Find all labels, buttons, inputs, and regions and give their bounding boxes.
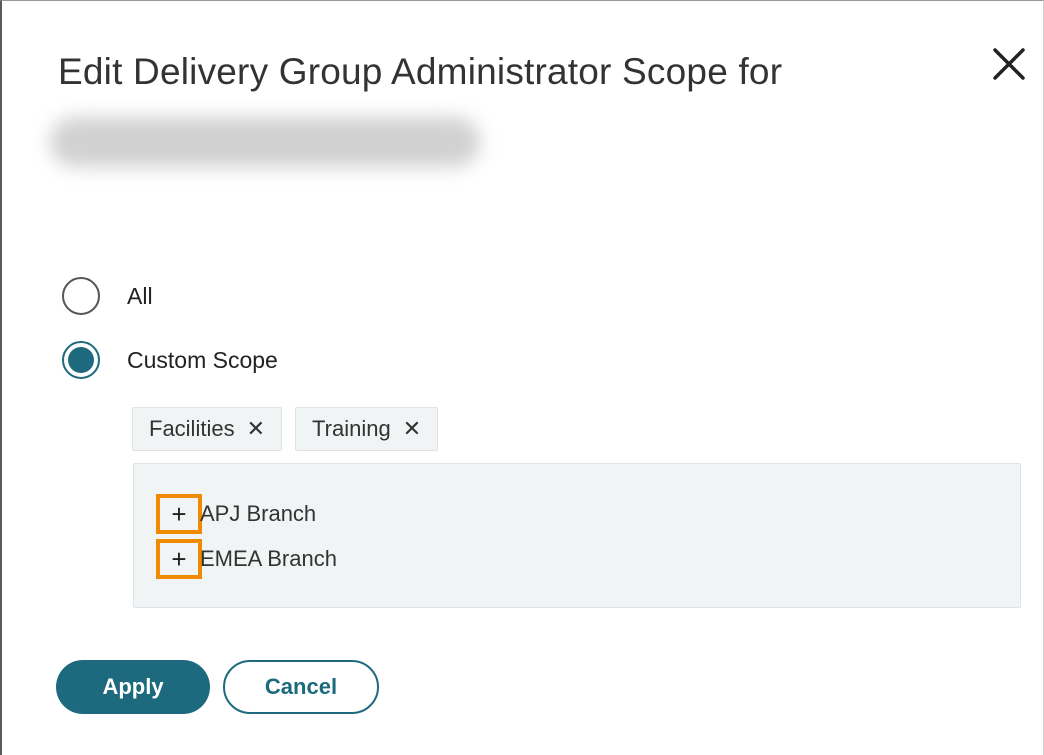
tree-item-label: EMEA Branch — [200, 546, 337, 571]
radio-custom-scope-label: Custom Scope — [127, 346, 278, 373]
edit-scope-dialog: Edit Delivery Group Administrator Scope … — [0, 0, 1044, 755]
dialog-title: Edit Delivery Group Administrator Scope … — [58, 51, 783, 92]
apply-button[interactable]: Apply — [56, 660, 210, 714]
radio-all-label: All — [127, 282, 153, 309]
scope-chip-label: Facilities — [149, 416, 235, 441]
expand-plus-icon[interactable]: + — [156, 494, 202, 534]
scope-option-all[interactable]: All — [62, 277, 153, 315]
scope-option-custom[interactable]: Custom Scope — [62, 341, 278, 379]
tree-item-apj-branch[interactable]: + APJ Branch — [156, 494, 316, 534]
remove-chip-icon[interactable]: ✕ — [247, 416, 265, 442]
scope-chip-facilities: Facilities ✕ — [132, 407, 283, 451]
cancel-button[interactable]: Cancel — [223, 660, 379, 714]
expand-plus-icon[interactable]: + — [156, 539, 202, 579]
close-icon — [993, 48, 1025, 80]
radio-selected-dot — [68, 347, 94, 373]
radio-custom-scope[interactable] — [62, 341, 100, 379]
tree-item-emea-branch[interactable]: + EMEA Branch — [156, 539, 337, 579]
close-button[interactable] — [986, 41, 1032, 87]
tree-item-label: APJ Branch — [200, 501, 317, 526]
radio-all[interactable] — [62, 277, 100, 315]
selected-scope-chips: Facilities ✕ Training ✕ — [132, 407, 439, 451]
scope-chip-training: Training ✕ — [295, 407, 439, 451]
remove-chip-icon[interactable]: ✕ — [403, 416, 421, 442]
redacted-admin-name — [50, 117, 480, 167]
scope-tree: + APJ Branch + EMEA Branch — [133, 463, 1021, 608]
scope-chip-label: Training — [312, 416, 391, 441]
